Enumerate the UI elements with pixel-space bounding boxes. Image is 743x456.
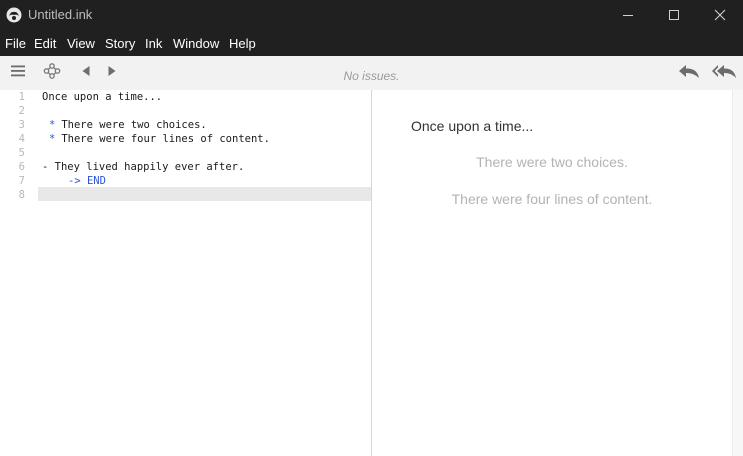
story-nodes-button[interactable] (40, 56, 64, 90)
line-number: 3 (18, 119, 25, 131)
code-text: Once upon a time... (42, 91, 163, 103)
forward-button[interactable] (102, 56, 122, 90)
line-number: 8 (18, 189, 25, 201)
menu-view[interactable]: View (67, 36, 95, 51)
editor-line[interactable]: 4 * There were four lines of content. (0, 132, 371, 146)
editor-line[interactable]: 6 - They lived happily ever after. (0, 160, 371, 174)
editor-line[interactable]: 5 (0, 146, 371, 160)
story-nodes-icon (43, 62, 61, 84)
menu-window[interactable]: Window (173, 36, 219, 51)
menu-story[interactable]: Story (105, 36, 135, 51)
toolbar: No issues. (0, 56, 743, 91)
undo-icon (678, 63, 700, 84)
line-number: 7 (18, 175, 25, 187)
navigation-menu-button[interactable] (6, 56, 30, 90)
menu-icon (10, 64, 26, 83)
editor-line[interactable]: 2 (0, 104, 371, 118)
menu-ink[interactable]: Ink (145, 36, 162, 51)
close-icon (714, 9, 726, 21)
editor-line[interactable]: 7 -> END (0, 174, 371, 188)
editor-line[interactable]: 3 * There were two choices. (0, 118, 371, 132)
line-number: 6 (18, 161, 25, 173)
menu-file[interactable]: File (5, 36, 26, 51)
restart-button[interactable] (707, 56, 741, 90)
code-text: There were four lines of content. (55, 133, 270, 145)
app-logo-icon (6, 7, 22, 23)
preview-scrollbar[interactable] (732, 90, 743, 456)
maximize-icon (668, 9, 680, 21)
code-text: There were two choices. (55, 119, 207, 131)
maximize-button[interactable] (651, 0, 697, 30)
story-preview (372, 90, 732, 456)
code-text: - They lived happily ever after. (42, 161, 245, 173)
menu-help[interactable]: Help (229, 36, 256, 51)
editor-line[interactable]: 8 (0, 188, 371, 202)
choice-option[interactable]: There were two choices. (372, 154, 732, 170)
back-button[interactable] (76, 56, 96, 90)
title-bar: Untitled.ink (0, 0, 743, 30)
line-number: 5 (18, 147, 25, 159)
window-title: Untitled.ink (28, 7, 93, 22)
close-button[interactable] (697, 0, 743, 30)
line-number: 4 (18, 133, 25, 145)
line-number: 1 (18, 91, 25, 103)
undo-button[interactable] (674, 56, 704, 90)
minimize-icon (622, 9, 634, 21)
restart-icon (711, 63, 737, 84)
editor-line[interactable]: 1 Once upon a time... (0, 90, 371, 104)
line-number: 2 (18, 105, 25, 117)
minimize-button[interactable] (605, 0, 651, 30)
menu-edit[interactable]: Edit (34, 36, 56, 51)
menu-bar: File Edit View Story Ink Window Help (0, 30, 743, 56)
divert-end: -> END (68, 175, 106, 187)
story-text: Once upon a time... (411, 118, 534, 134)
forward-arrow-icon (107, 64, 117, 82)
back-arrow-icon (81, 64, 91, 82)
choice-option[interactable]: There were four lines of content. (372, 191, 732, 207)
